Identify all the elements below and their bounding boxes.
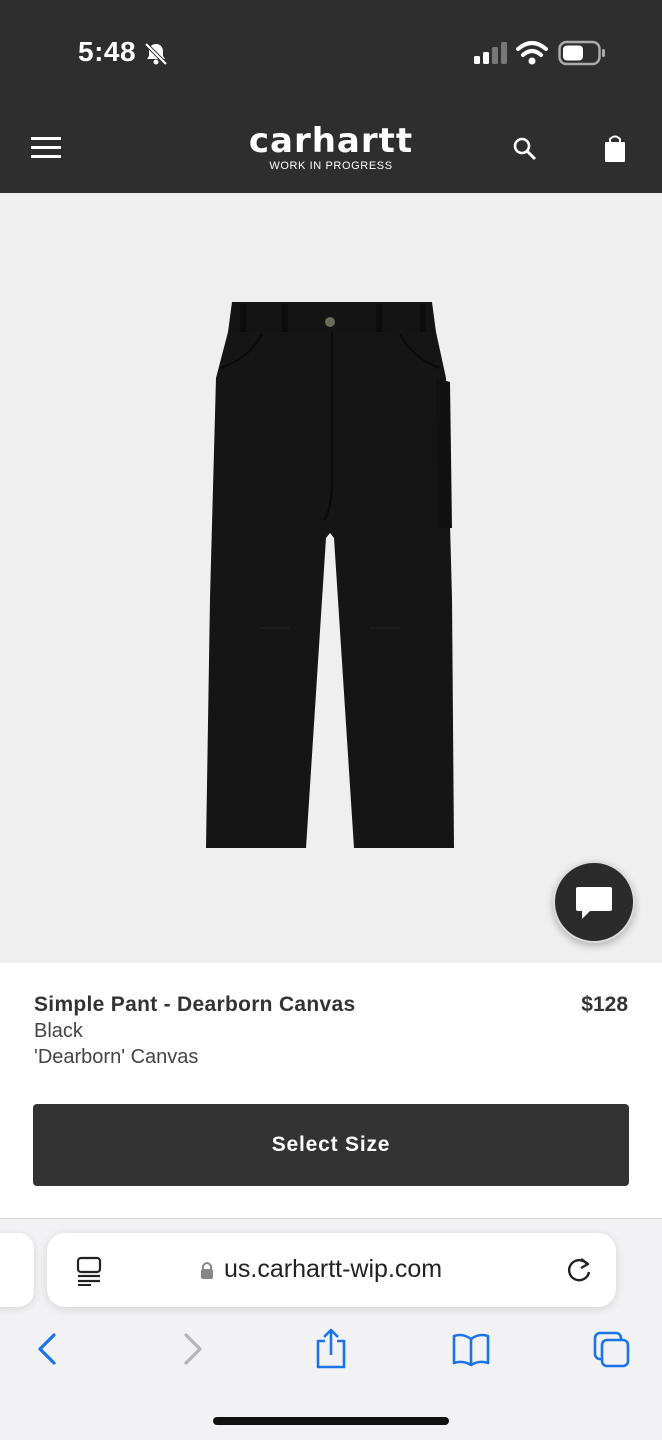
logo-wordmark: carhartt	[248, 121, 414, 161]
site-nav: carhartt WORK IN PROGRESS	[0, 100, 662, 193]
bookmarks-icon[interactable]	[451, 1327, 491, 1371]
product-image-area	[0, 193, 662, 963]
product-color: Black	[34, 1020, 83, 1042]
reader-mode-icon[interactable]	[75, 1256, 103, 1286]
logo-tagline: WORK IN PROGRESS	[269, 160, 393, 172]
select-size-button[interactable]: Select Size	[33, 1104, 629, 1186]
shopping-bag-icon[interactable]	[600, 134, 630, 164]
url-text: us.carhartt-wip.com	[224, 1255, 443, 1283]
status-bar: 5:48	[0, 0, 662, 100]
tabs-icon[interactable]	[591, 1327, 631, 1371]
search-icon[interactable]	[510, 134, 540, 164]
product-name: Simple Pant - Dearborn Canvas	[34, 993, 356, 1016]
home-indicator	[213, 1417, 449, 1425]
chat-bubble-icon	[576, 887, 612, 919]
forward-icon[interactable]	[172, 1327, 212, 1371]
bell-off-icon	[144, 42, 168, 66]
status-time: 5:48	[78, 36, 137, 67]
product-material: 'Dearborn' Canvas	[34, 1046, 199, 1068]
carhartt-logo[interactable]: carhartt WORK IN PROGRESS	[231, 124, 431, 174]
product-price: $128	[581, 993, 628, 1016]
product-info: Simple Pant - Dearborn Canvas $128 Black…	[0, 963, 662, 1218]
lock-icon	[201, 1262, 213, 1279]
wifi-icon	[516, 41, 548, 65]
product-image[interactable]	[200, 298, 462, 853]
back-icon[interactable]	[28, 1327, 68, 1371]
previous-tab-preview[interactable]	[0, 1233, 34, 1307]
top-header: 5:48 carhartt WORK IN PROGRESS	[0, 0, 662, 193]
chat-button[interactable]	[553, 861, 635, 943]
address-bar[interactable]: us.carhartt-wip.com	[47, 1233, 616, 1307]
cellular-signal-icon	[474, 42, 507, 64]
hamburger-menu-icon[interactable]	[28, 134, 64, 162]
reload-icon[interactable]	[565, 1255, 595, 1285]
share-icon[interactable]	[311, 1327, 351, 1371]
battery-icon	[558, 40, 605, 66]
safari-bottom-bar: us.carhartt-wip.com	[0, 1218, 662, 1440]
